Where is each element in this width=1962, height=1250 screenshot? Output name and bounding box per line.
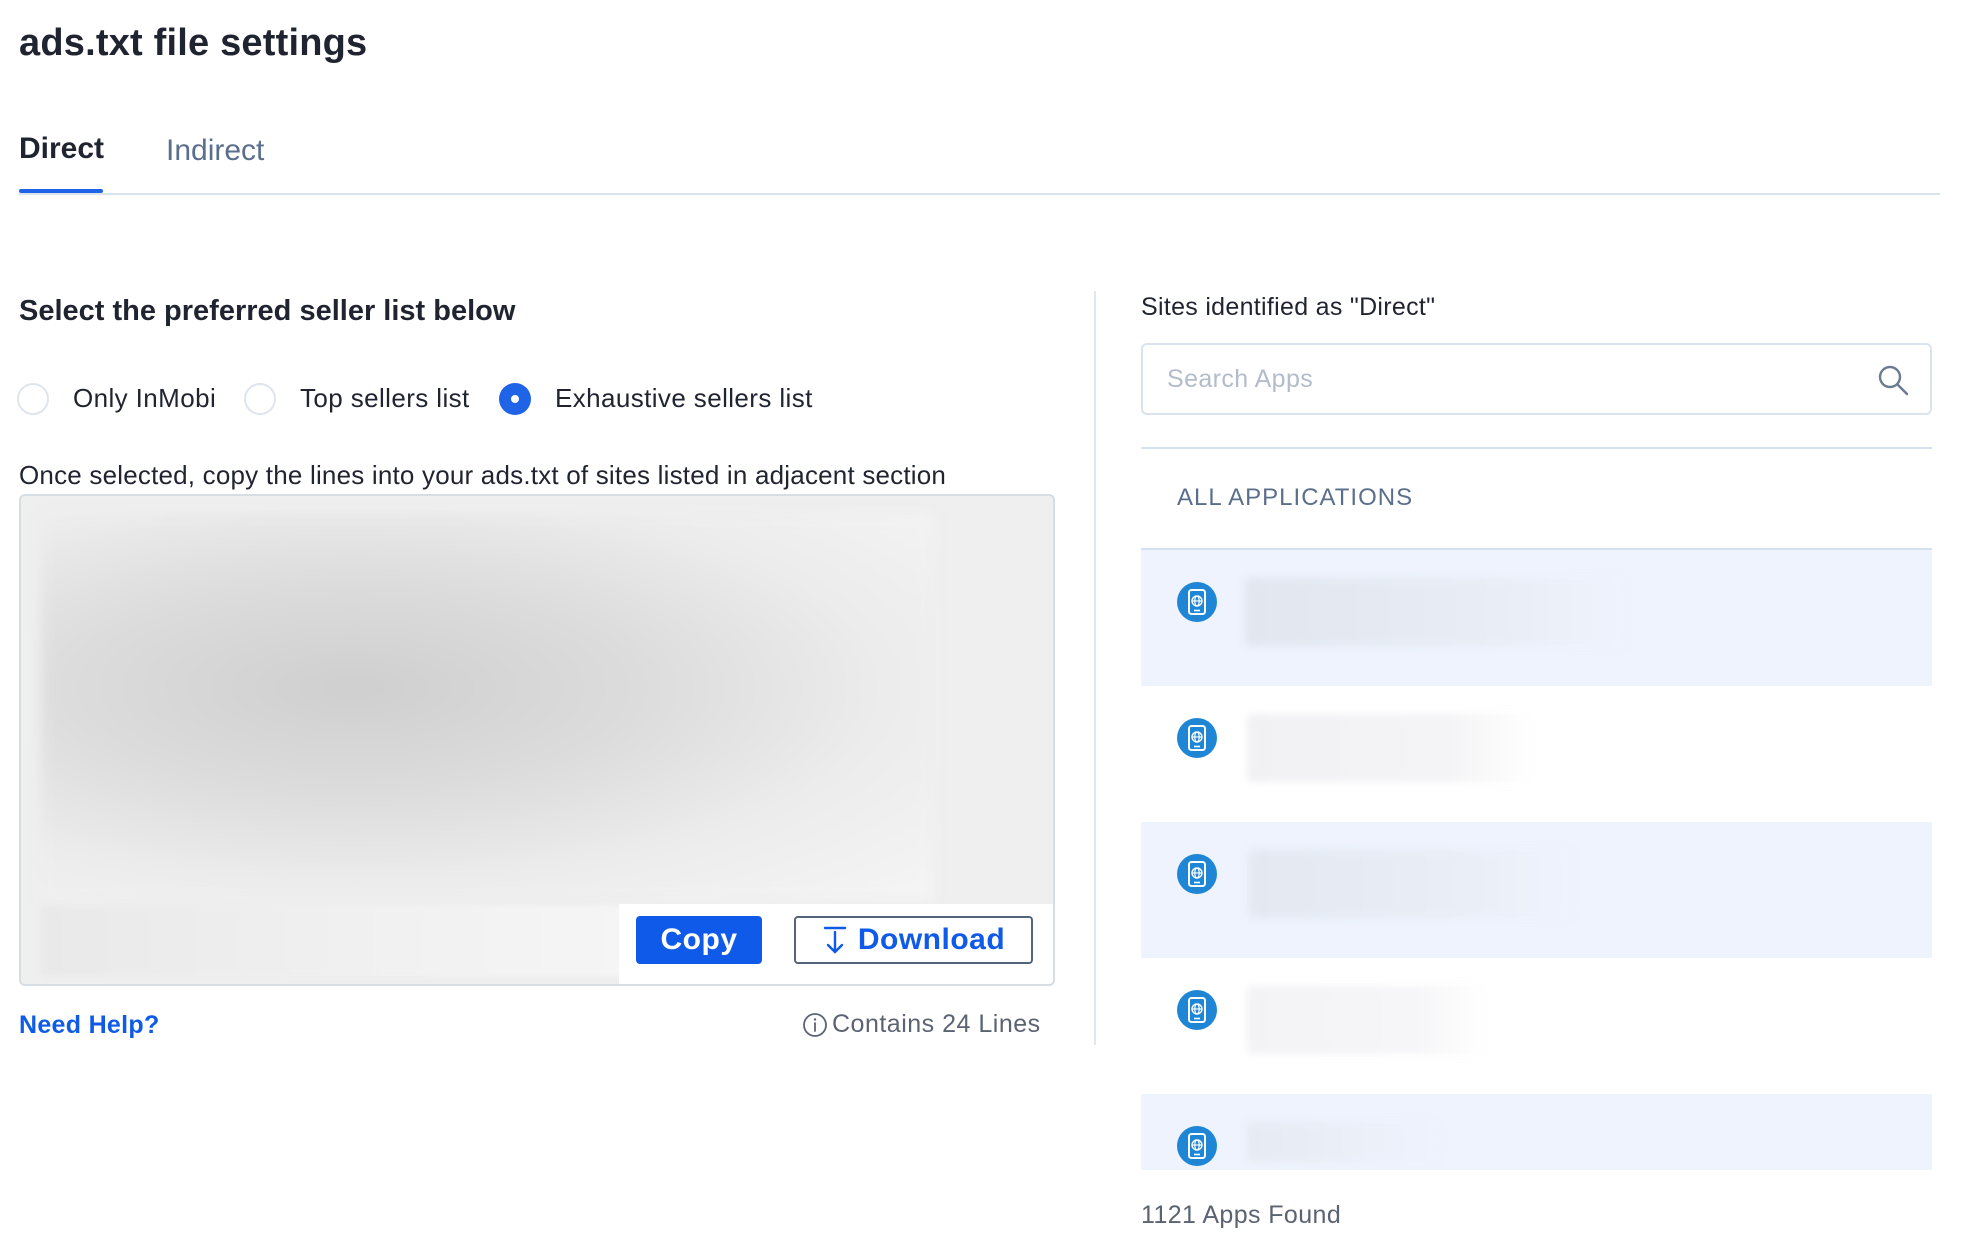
download-icon (823, 926, 847, 954)
redacted-app-name (1245, 578, 1625, 646)
list-item[interactable] (1141, 822, 1932, 958)
seller-list-heading: Select the preferred seller list below (19, 295, 516, 327)
ads-txt-lines-box[interactable] (19, 494, 1055, 986)
search-apps-box (1141, 343, 1932, 415)
radio-label-exhaustive-sellers[interactable]: Exhaustive sellers list (555, 383, 813, 414)
need-help-link[interactable]: Need Help? (19, 1011, 160, 1040)
redacted-app-name (1247, 986, 1489, 1054)
download-button[interactable]: Download (794, 916, 1033, 964)
app-list (1141, 550, 1932, 1170)
mobile-web-app-icon (1177, 854, 1217, 894)
tab-direct[interactable]: Direct (19, 132, 104, 166)
redacted-app-name (1249, 850, 1571, 918)
list-item[interactable] (1141, 958, 1932, 1094)
active-tab-indicator (19, 189, 103, 193)
tab-indirect[interactable]: Indirect (166, 134, 264, 168)
radio-label-top-sellers[interactable]: Top sellers list (300, 383, 470, 414)
redacted-lines (41, 514, 933, 900)
mobile-web-app-icon (1177, 718, 1217, 758)
download-button-label: Download (857, 923, 1006, 956)
radio-only-inmobi[interactable] (17, 383, 49, 415)
tab-bar: Direct Indirect (19, 128, 1940, 195)
redacted-lines-bottom (41, 906, 631, 976)
redacted-app-name (1247, 714, 1535, 782)
mobile-web-app-icon (1177, 582, 1217, 622)
copy-button[interactable]: Copy (636, 916, 762, 964)
search-icon[interactable] (1876, 363, 1910, 397)
list-item[interactable] (1141, 550, 1932, 686)
info-icon (803, 1012, 827, 1037)
radio-label-only-inmobi[interactable]: Only InMobi (73, 383, 216, 414)
list-item[interactable] (1141, 1094, 1932, 1170)
redacted-app-name (1247, 1122, 1437, 1162)
radio-top-sellers[interactable] (244, 383, 276, 415)
lines-count-text: Contains 24 Lines (832, 1010, 1041, 1038)
apps-found-count: 1121 Apps Found (1141, 1201, 1342, 1229)
mobile-web-app-icon (1177, 1126, 1217, 1166)
sites-direct-heading: Sites identified as "Direct" (1141, 293, 1436, 321)
copy-instruction: Once selected, copy the lines into your … (19, 460, 947, 490)
radio-exhaustive-sellers[interactable] (499, 383, 531, 415)
apps-list-top-border (1141, 447, 1932, 449)
all-applications-header[interactable]: ALL APPLICATIONS (1177, 484, 1413, 512)
search-apps-input[interactable] (1167, 361, 1847, 397)
seller-radio-group: Only InMobi Top sellers list Exhaustive … (17, 380, 917, 418)
page-title: ads.txt file settings (19, 22, 368, 64)
list-item[interactable] (1141, 686, 1932, 822)
mobile-web-app-icon (1177, 990, 1217, 1030)
lines-count-info: Contains 24 Lines (802, 1010, 1041, 1039)
section-divider (1094, 291, 1096, 1045)
